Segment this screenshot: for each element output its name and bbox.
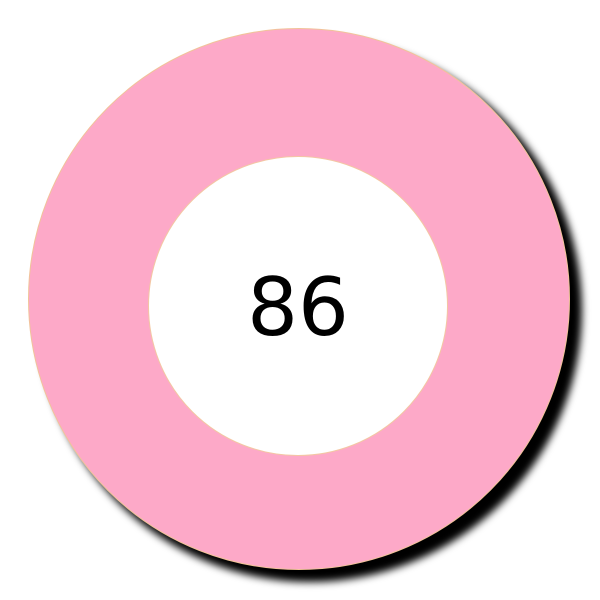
- badge-number: 86: [247, 261, 349, 354]
- badge-center: 86: [148, 156, 448, 456]
- badge-canvas: 86: [0, 0, 600, 600]
